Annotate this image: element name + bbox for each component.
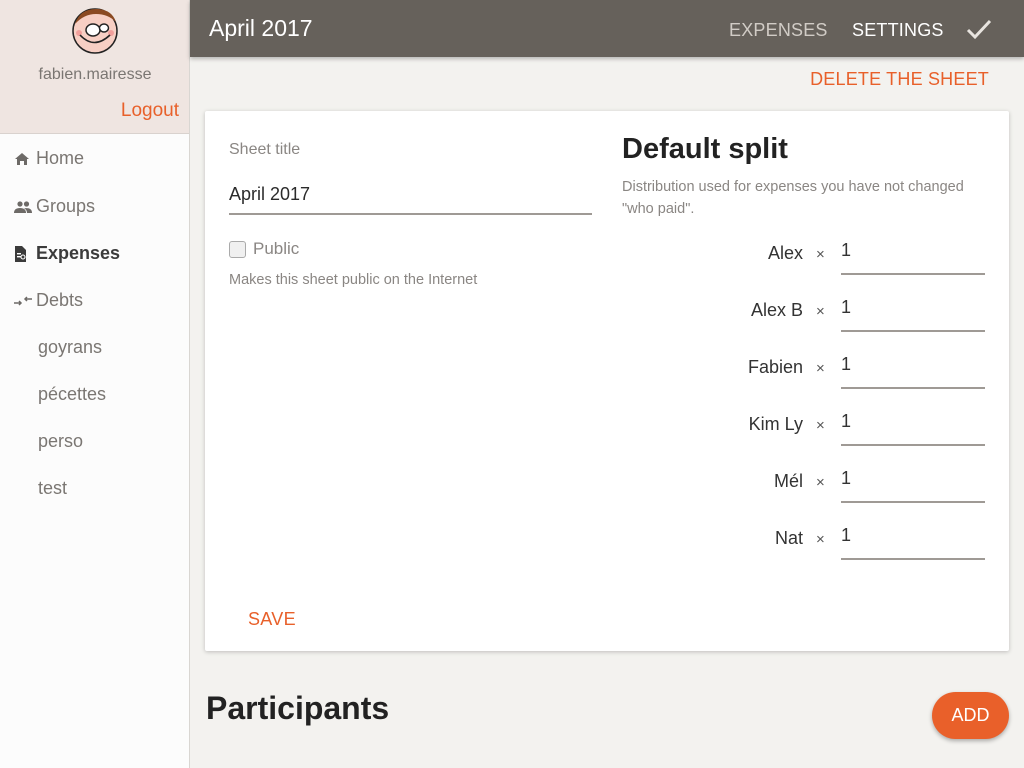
save-button[interactable]: SAVE (248, 609, 296, 630)
split-weight-input[interactable] (841, 465, 985, 503)
settings-card: Sheet title Public Makes this sheet publ… (205, 111, 1009, 651)
sidebar-group-item[interactable]: goyrans (0, 324, 189, 371)
public-checkbox[interactable] (229, 240, 246, 258)
split-row: Kim Ly × (622, 408, 985, 448)
times-symbol: × (816, 474, 825, 491)
expenses-icon (14, 245, 36, 262)
default-split-description: Distribution used for expenses you have … (622, 179, 964, 217)
groups-icon (14, 200, 36, 213)
tab-expenses[interactable]: EXPENSES (729, 20, 828, 41)
sidebar-group-label: test (38, 478, 68, 498)
delete-sheet-button[interactable]: DELETE THE SHEET (810, 69, 989, 90)
sidebar-item-expenses[interactable]: Expenses (0, 230, 189, 277)
profile-panel: fabien.mairesse Logout (0, 0, 189, 134)
default-split-title: Default split (622, 133, 788, 165)
sidebar-item-label: Expenses (36, 243, 121, 263)
check-icon[interactable] (966, 18, 992, 40)
add-participant-button[interactable]: ADD (932, 692, 1009, 739)
times-symbol: × (816, 303, 825, 320)
participants-heading: Participants (206, 690, 390, 726)
public-label: Public (253, 239, 300, 258)
split-weight-input[interactable] (841, 237, 985, 275)
participant-name: Fabien (747, 357, 803, 377)
sheet-title-label: Sheet title (229, 141, 301, 158)
participant-name: Alex (767, 243, 803, 263)
sidebar-group-label: goyrans (38, 337, 103, 357)
split-row: Mél × (622, 465, 985, 505)
sidebar-item-label: Home (36, 148, 85, 168)
times-symbol: × (816, 417, 825, 434)
top-bar: April 2017 EXPENSES SETTINGS (190, 0, 1024, 57)
public-option: Public (229, 239, 299, 259)
username: fabien.mairesse (38, 66, 152, 83)
sidebar-item-label: Debts (36, 290, 84, 310)
times-symbol: × (816, 246, 825, 263)
split-weight-input[interactable] (841, 408, 985, 446)
split-weight-input[interactable] (841, 351, 985, 389)
logout-link[interactable]: Logout (121, 100, 179, 122)
sidebar-group-label: perso (38, 431, 84, 451)
tab-settings[interactable]: SETTINGS (852, 20, 944, 41)
sidebar-item-home[interactable]: Home (0, 134, 189, 183)
split-weight-input[interactable] (841, 294, 985, 332)
split-row: Alex B × (622, 294, 985, 334)
home-icon (14, 152, 36, 166)
split-row: Fabien × (622, 351, 985, 391)
page-title: April 2017 (209, 15, 313, 41)
sidebar-nav: Home Groups Expenses Debts goyrans pécet… (0, 134, 189, 512)
avatar (72, 8, 118, 54)
sidebar-item-label: Groups (36, 196, 96, 216)
participant-name: Nat (774, 528, 803, 548)
split-row: Alex × (622, 237, 985, 277)
split-row: Nat × (622, 522, 985, 562)
sheet-title-input[interactable] (229, 175, 592, 215)
debts-icon (14, 295, 36, 307)
participant-name: Alex B (750, 300, 803, 320)
times-symbol: × (816, 531, 825, 548)
public-help-text: Makes this sheet public on the Internet (229, 272, 478, 288)
sidebar-item-debts[interactable]: Debts (0, 277, 189, 324)
sidebar-group-item[interactable]: perso (0, 418, 189, 465)
sidebar-group-label: pécettes (38, 384, 107, 404)
sidebar-group-item[interactable]: test (0, 465, 189, 512)
times-symbol: × (816, 360, 825, 377)
sidebar-group-item[interactable]: pécettes (0, 371, 189, 418)
sidebar-item-groups[interactable]: Groups (0, 183, 189, 230)
participant-name: Kim Ly (748, 414, 803, 434)
split-weight-input[interactable] (841, 522, 985, 560)
participant-name: Mél (773, 471, 803, 491)
sidebar: fabien.mairesse Logout Home Groups Expen… (0, 0, 190, 768)
